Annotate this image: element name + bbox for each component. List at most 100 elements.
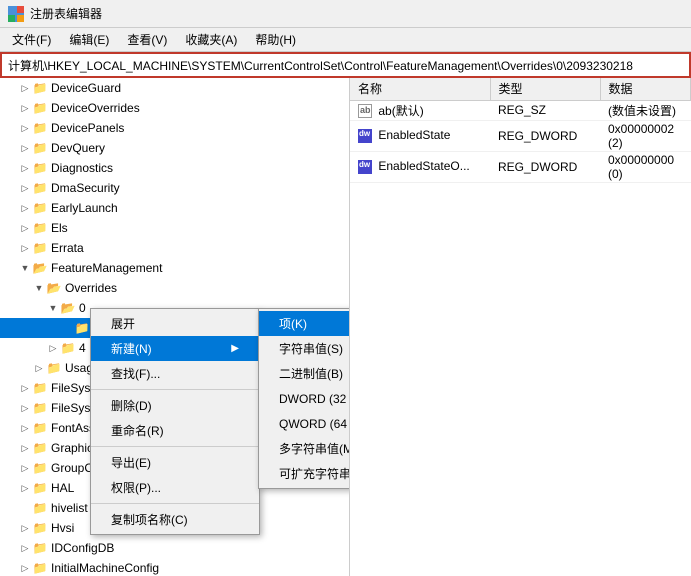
ctx-permissions[interactable]: 权限(P)... xyxy=(91,475,259,500)
table-row[interactable]: ab ab(默认) REG_SZ (数值未设置) xyxy=(350,100,691,120)
tree-label: 0 xyxy=(79,301,86,315)
right-panel: 名称 类型 数据 ab ab(默认) REG_SZ (数值未设置) dw xyxy=(350,78,691,576)
ctx-delete[interactable]: 删除(D) xyxy=(91,393,259,418)
folder-icon: 📁 xyxy=(32,521,48,535)
menu-favorites[interactable]: 收藏夹(A) xyxy=(177,29,245,50)
expand-icon[interactable]: ▼ xyxy=(32,281,46,295)
folder-icon: 📁 xyxy=(32,481,48,495)
sub-binary[interactable]: 二进制值(B) xyxy=(259,361,350,386)
tree-label: FeatureManagement xyxy=(51,261,162,275)
expand-icon[interactable]: ▷ xyxy=(18,141,32,155)
expand-icon[interactable]: ▷ xyxy=(18,481,32,495)
tree-item-dmasecurity[interactable]: ▷ 📁 DmaSecurity xyxy=(0,178,349,198)
address-bar[interactable]: 计算机\HKEY_LOCAL_MACHINE\SYSTEM\CurrentCon… xyxy=(0,52,691,78)
expand-icon[interactable]: ▷ xyxy=(18,401,32,415)
tree-panel: ▷ 📁 DeviceGuard ▷ 📁 DeviceOverrides ▷ 📁 … xyxy=(0,78,350,576)
expand-icon[interactable]: ▷ xyxy=(18,441,32,455)
ctx-find[interactable]: 查找(F)... xyxy=(91,361,259,386)
reg-data: 0x00000002 (2) xyxy=(600,120,691,151)
tree-item-diagnostics[interactable]: ▷ 📁 Diagnostics xyxy=(0,158,349,178)
sub-expandstring[interactable]: 可扩充字符串值(E) xyxy=(259,461,350,486)
ctx-expand[interactable]: 展开 xyxy=(91,311,259,336)
reg-type: REG_DWORD xyxy=(490,120,600,151)
tree-label: InitialMachineConfig xyxy=(51,561,159,575)
table-row[interactable]: dw EnabledState REG_DWORD 0x00000002 (2) xyxy=(350,120,691,151)
ctx-rename[interactable]: 重命名(R) xyxy=(91,418,259,443)
folder-icon: 📂 xyxy=(60,301,76,315)
ctx-copy-label: 复制项名称(C) xyxy=(111,511,188,528)
expand-icon[interactable]: ▷ xyxy=(18,461,32,475)
tree-item-errata[interactable]: ▷ 📁 Errata xyxy=(0,238,349,258)
ctx-export[interactable]: 导出(E) xyxy=(91,450,259,475)
sub-dword[interactable]: DWORD (32 位)值(D) xyxy=(259,386,350,411)
expand-icon[interactable]: ▷ xyxy=(18,181,32,195)
tree-label: EarlyLaunch xyxy=(51,201,118,215)
expand-icon[interactable]: ▷ xyxy=(18,541,32,555)
menu-view[interactable]: 查看(V) xyxy=(119,29,175,50)
reg-type-icon: dw xyxy=(358,160,372,174)
sub-key-label: 项(K) xyxy=(279,317,307,331)
reg-type-icon: dw xyxy=(358,129,372,143)
sub-key[interactable]: 项(K) xyxy=(259,311,350,336)
tree-item-overrides[interactable]: ▼ 📂 Overrides xyxy=(0,278,349,298)
expand-icon[interactable]: ▷ xyxy=(18,421,32,435)
col-data[interactable]: 数据 xyxy=(600,78,691,100)
folder-icon: 📁 xyxy=(32,381,48,395)
expand-icon[interactable]: ▷ xyxy=(18,81,32,95)
tree-item-devquery[interactable]: ▷ 📁 DevQuery xyxy=(0,138,349,158)
sub-string[interactable]: 字符串值(S) xyxy=(259,336,350,361)
expand-icon[interactable]: ▼ xyxy=(18,261,32,275)
ctx-new[interactable]: 新建(N) ▶ xyxy=(91,336,259,361)
expand-icon[interactable]: ▷ xyxy=(18,241,32,255)
tree-item-els[interactable]: ▷ 📁 Els xyxy=(0,218,349,238)
tree-label: HAL xyxy=(51,481,74,495)
folder-icon: 📁 xyxy=(32,101,48,115)
sub-qword[interactable]: QWORD (64 位)值(Q) xyxy=(259,411,350,436)
tree-label: Els xyxy=(51,221,68,235)
folder-icon: 📁 xyxy=(32,461,48,475)
expand-icon[interactable]: ▷ xyxy=(18,121,32,135)
expand-icon[interactable]: ▷ xyxy=(18,101,32,115)
menu-file[interactable]: 文件(F) xyxy=(4,29,59,50)
col-name[interactable]: 名称 xyxy=(350,78,490,100)
expand-icon[interactable]: ▷ xyxy=(18,381,32,395)
tree-label: Overrides xyxy=(65,281,117,295)
reg-name: EnabledStateO... xyxy=(378,159,469,173)
folder-icon: 📂 xyxy=(32,261,48,275)
folder-icon: 📁 xyxy=(32,241,48,255)
expand-icon[interactable]: ▷ xyxy=(18,521,32,535)
tree-item-earlylaunch[interactable]: ▷ 📁 EarlyLaunch xyxy=(0,198,349,218)
menu-help[interactable]: 帮助(H) xyxy=(247,29,304,50)
tree-item-deviceguard[interactable]: ▷ 📁 DeviceGuard xyxy=(0,78,349,98)
tree-item-deviceoverrides[interactable]: ▷ 📁 DeviceOverrides xyxy=(0,98,349,118)
tree-item-idconfigdb[interactable]: ▷ 📁 IDConfigDB xyxy=(0,538,349,558)
tree-item-devicepanels[interactable]: ▷ 📁 DevicePanels xyxy=(0,118,349,138)
sub-dword-label: DWORD (32 位)值(D) xyxy=(279,392,350,406)
expand-icon[interactable]: ▷ xyxy=(18,561,32,575)
expand-icon[interactable]: ▷ xyxy=(18,161,32,175)
tree-item-featuremanagement[interactable]: ▼ 📂 FeatureManagement xyxy=(0,258,349,278)
table-row[interactable]: dw EnabledStateO... REG_DWORD 0x00000000… xyxy=(350,151,691,182)
expand-icon[interactable]: ▷ xyxy=(18,221,32,235)
ctx-copy[interactable]: 复制项名称(C) xyxy=(91,507,259,532)
ctx-new-label: 新建(N) xyxy=(111,340,152,357)
separator-2 xyxy=(91,446,259,447)
folder-icon: 📁 xyxy=(32,561,48,575)
tree-item-initialmachineconfig[interactable]: ▷ 📁 InitialMachineConfig xyxy=(0,558,349,576)
tree-label: DmaSecurity xyxy=(51,181,120,195)
col-type[interactable]: 类型 xyxy=(490,78,600,100)
expand-icon[interactable]: ▼ xyxy=(46,301,60,315)
sub-multistring[interactable]: 多字符串值(M) xyxy=(259,436,350,461)
menu-edit[interactable]: 编辑(E) xyxy=(61,29,117,50)
folder-icon: 📁 xyxy=(60,341,76,355)
reg-type: REG_SZ xyxy=(490,100,600,120)
folder-icon: 📁 xyxy=(32,141,48,155)
expand-icon[interactable]: ▷ xyxy=(18,201,32,215)
folder-icon: 📁 xyxy=(32,121,48,135)
expand-icon[interactable]: ▷ xyxy=(46,341,60,355)
address-path: 计算机\HKEY_LOCAL_MACHINE\SYSTEM\CurrentCon… xyxy=(8,57,633,74)
expand-icon[interactable]: ▷ xyxy=(32,361,46,375)
ctx-delete-label: 删除(D) xyxy=(111,397,152,414)
sub-qword-label: QWORD (64 位)值(Q) xyxy=(279,417,350,431)
tree-label: IDConfigDB xyxy=(51,541,114,555)
